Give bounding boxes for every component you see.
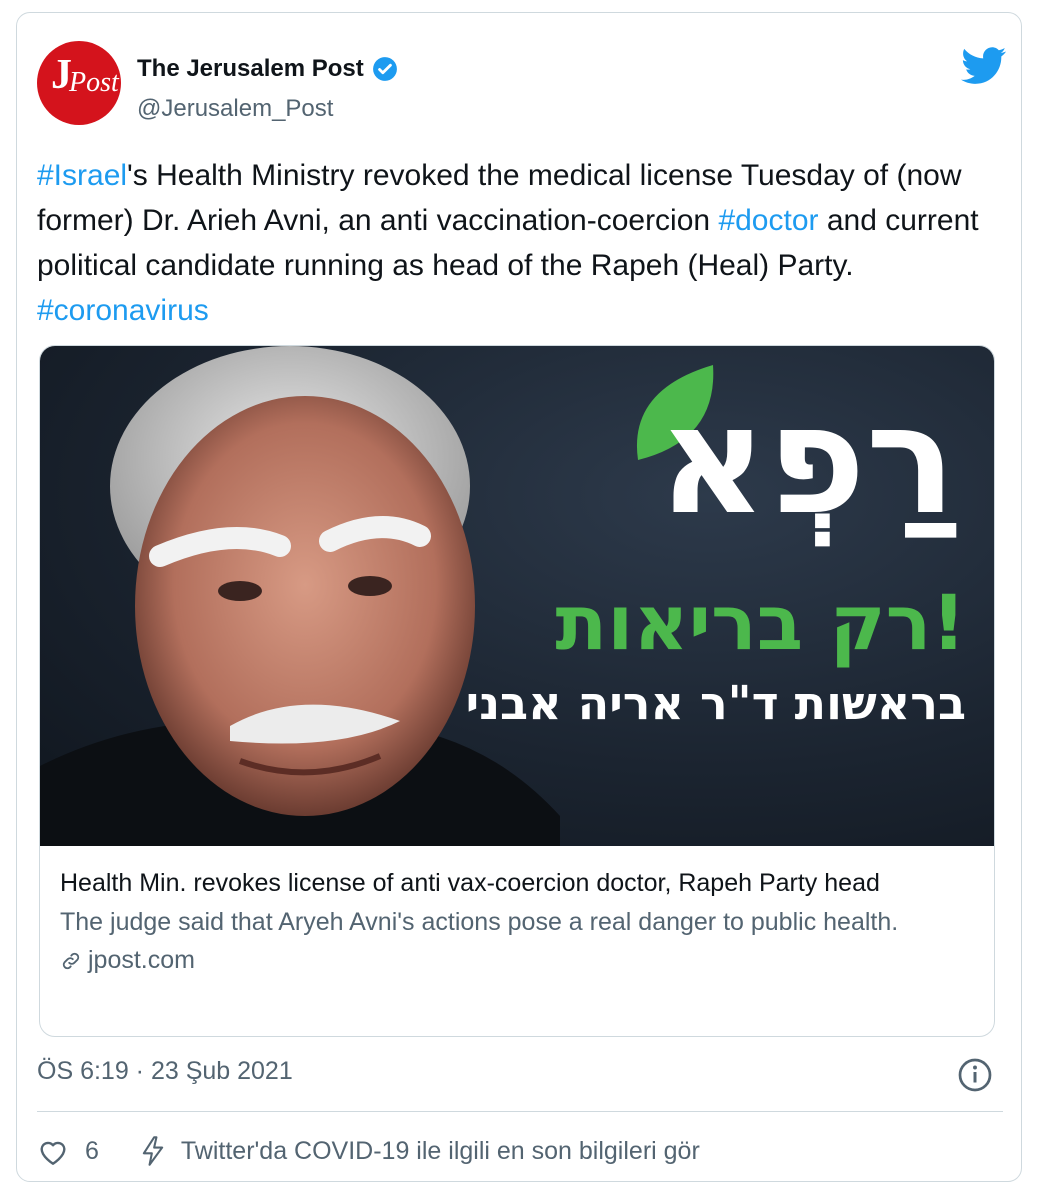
author-name[interactable]: The Jerusalem Post bbox=[137, 55, 364, 83]
covid-info-text: Twitter'da COVID-19 ile ilgili en son bi… bbox=[180, 1136, 700, 1165]
info-icon[interactable] bbox=[957, 1057, 993, 1093]
poster-subline: בראשות ד"ר אריה אבני bbox=[465, 676, 966, 730]
link-card-domain-text: jpost.com bbox=[88, 946, 195, 974]
tweet-timestamp[interactable]: ÖS 6:19 · 23 Şub 2021 bbox=[37, 1057, 293, 1085]
link-card-title: Health Min. revokes license of anti vax-… bbox=[60, 869, 880, 897]
tweet-header: J Post The Jerusalem Post @Jerusalem_Pos… bbox=[37, 41, 1007, 131]
avatar-j: J bbox=[51, 52, 72, 98]
tweet-actions: 6 Twitter'da COVID-19 ile ilgili en son … bbox=[37, 1131, 700, 1171]
covid-info-link[interactable]: Twitter'da COVID-19 ile ilgili en son bi… bbox=[139, 1135, 700, 1167]
poster-logo-text: רַפְא bbox=[657, 374, 956, 548]
tweet-card: J Post The Jerusalem Post @Jerusalem_Pos… bbox=[16, 12, 1022, 1182]
avatar-post: Post bbox=[69, 67, 119, 98]
like-count: 6 bbox=[85, 1136, 99, 1165]
lightning-icon bbox=[142, 1136, 164, 1166]
verified-badge-icon bbox=[372, 57, 397, 81]
author-name-row: The Jerusalem Post bbox=[137, 55, 398, 83]
hashtag-doctor[interactable]: #doctor bbox=[718, 204, 818, 237]
link-icon bbox=[62, 952, 80, 969]
hashtag-israel[interactable]: #Israel bbox=[37, 159, 127, 192]
divider bbox=[37, 1111, 1003, 1112]
timestamp-row: ÖS 6:19 · 23 Şub 2021 bbox=[37, 1057, 1003, 1097]
like-button[interactable]: 6 bbox=[37, 1136, 99, 1166]
poster-image: רַפְא רק בריאות! בראשות ד"ר אריה אבני bbox=[40, 346, 994, 846]
twitter-bird-icon[interactable] bbox=[961, 47, 1007, 85]
author-handle[interactable]: @Jerusalem_Post bbox=[137, 95, 333, 123]
avatar[interactable]: J Post bbox=[37, 41, 121, 125]
hashtag-coronavirus[interactable]: #coronavirus bbox=[37, 294, 209, 327]
link-preview-card[interactable]: רַפְא רק בריאות! בראשות ד"ר אריה אבני He… bbox=[39, 345, 995, 1037]
tweet-text: #Israel's Health Ministry revoked the me… bbox=[37, 153, 1007, 333]
poster-slogan: רק בריאות! bbox=[555, 578, 966, 667]
heart-icon bbox=[40, 1141, 66, 1165]
portrait-photo bbox=[40, 346, 560, 846]
link-card-domain: jpost.com bbox=[60, 946, 980, 975]
link-card-meta: Health Min. revokes license of anti vax-… bbox=[60, 866, 980, 975]
link-card-description: The judge said that Aryeh Avni's actions… bbox=[60, 908, 899, 936]
